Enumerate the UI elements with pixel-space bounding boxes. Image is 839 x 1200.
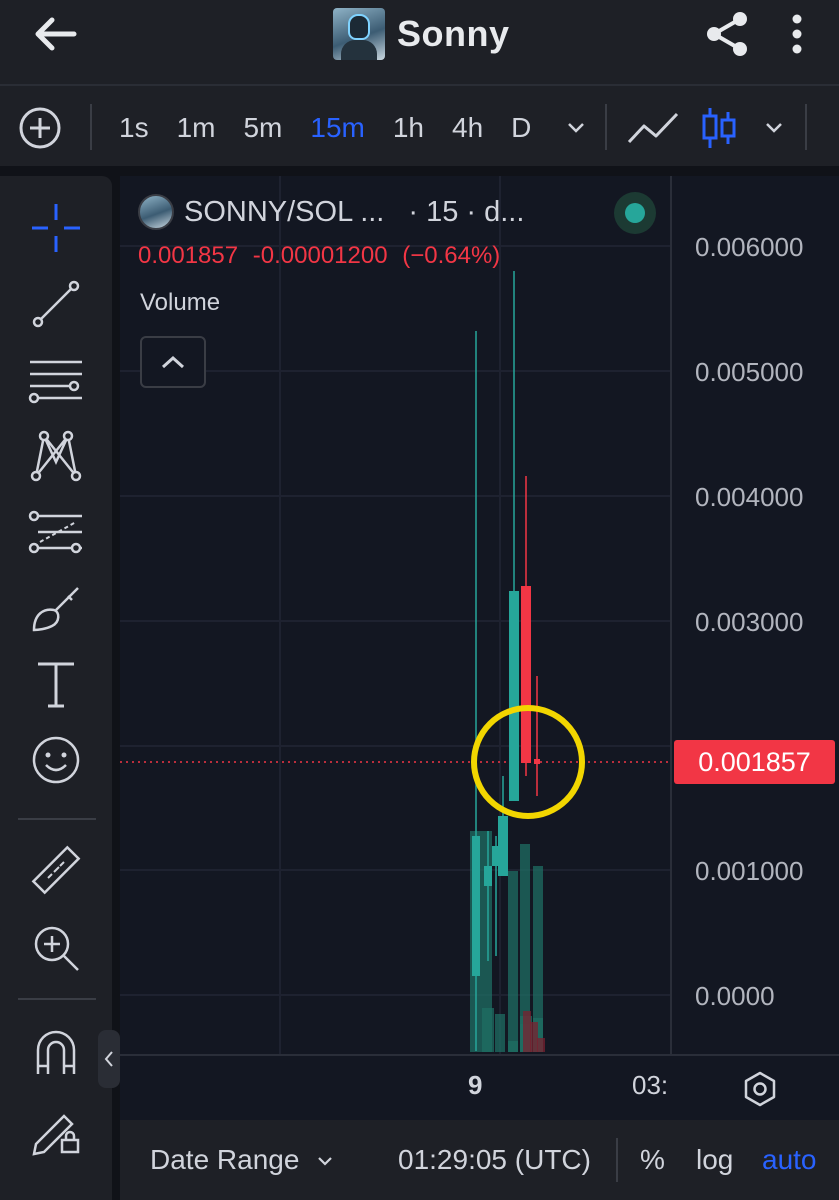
add-symbol-icon[interactable] [18, 106, 62, 150]
line-chart-icon[interactable] [626, 108, 680, 148]
candle-body [509, 591, 519, 801]
volume-bar [537, 1038, 545, 1052]
token-avatar [333, 8, 385, 60]
price-change-percent: (−0.64%) [402, 242, 501, 269]
timeframe-label: · 15 · d... [408, 195, 525, 228]
interval-d[interactable]: D [497, 106, 545, 150]
volume-bar [523, 1011, 531, 1052]
page-title: Sonny [397, 13, 510, 54]
volume-bar [495, 1014, 505, 1052]
current-price-tag: 0.001857 [674, 740, 835, 784]
candle-body [472, 836, 480, 976]
symbol-avatar [138, 194, 174, 230]
brush-icon[interactable] [26, 578, 86, 638]
price-label: 0.001000 [695, 856, 804, 886]
share-icon[interactable] [702, 10, 752, 58]
ruler-icon[interactable] [26, 840, 86, 900]
price-label: 0.005000 [695, 357, 804, 387]
volume-bar [530, 1022, 538, 1052]
price-label: 0.004000 [695, 482, 804, 512]
tools-divider [18, 818, 96, 820]
interval-1s[interactable]: 1s [105, 106, 163, 150]
chart-pane[interactable]: SONNY/SOL ... · 15 · d... 0.001857 -0.00… [120, 176, 839, 1200]
time-label: 03: [632, 1070, 669, 1100]
crosshair-icon[interactable] [26, 198, 86, 258]
collapse-indicators-button[interactable] [140, 336, 206, 388]
market-status-icon[interactable] [614, 192, 656, 234]
interval-5m[interactable]: 5m [229, 106, 296, 150]
chevron-down-icon[interactable] [316, 1154, 334, 1168]
zoom-in-icon[interactable] [26, 918, 86, 978]
price-label: 0.003000 [695, 607, 804, 637]
trend-line-icon[interactable] [26, 274, 86, 334]
time-label: 9 [468, 1070, 483, 1100]
magnet-icon[interactable] [26, 1024, 86, 1084]
bottom-bar: Date Range 01:29:05 (UTC) % log auto [120, 1120, 839, 1200]
pattern-tool-icon[interactable] [26, 426, 86, 486]
price-change: -0.00001200 [252, 242, 388, 269]
chart-settings-icon[interactable] [740, 1069, 780, 1109]
drawing-tools-panel [0, 176, 112, 1200]
app-bar: Sonny [0, 0, 839, 84]
chart-toolbar: 1s 1m 5m 15m 1h 4h D [0, 84, 839, 166]
emoji-icon[interactable] [26, 730, 86, 790]
horizontal-lines-icon[interactable] [26, 350, 86, 410]
back-arrow-icon[interactable] [30, 12, 80, 56]
bottom-divider [616, 1138, 618, 1182]
interval-1h[interactable]: 1h [379, 106, 438, 150]
token-title: Sonny [333, 8, 510, 60]
interval-1m[interactable]: 1m [163, 106, 230, 150]
chevron-down-icon[interactable] [763, 116, 785, 138]
log-scale-toggle[interactable]: log [696, 1144, 733, 1176]
toolbar-divider [805, 104, 807, 150]
candle-body [534, 759, 540, 764]
candle-body [498, 816, 508, 876]
interval-selector: 1s 1m 5m 15m 1h 4h D [105, 106, 545, 150]
lock-drawing-icon[interactable] [26, 1100, 86, 1160]
utc-time[interactable]: 01:29:05 (UTC) [398, 1144, 591, 1176]
more-options-icon[interactable] [784, 12, 810, 56]
toolbar-divider [605, 104, 607, 150]
chevron-down-icon[interactable] [565, 116, 587, 138]
last-price: 0.001857 [138, 242, 239, 269]
interval-4h[interactable]: 4h [438, 106, 497, 150]
candle-body [521, 586, 531, 763]
volume-bar [508, 871, 518, 1052]
text-tool-icon[interactable] [26, 654, 86, 714]
date-range-button[interactable]: Date Range [150, 1144, 299, 1176]
chevron-up-icon [161, 355, 185, 369]
interval-15m[interactable]: 15m [296, 106, 378, 150]
price-label: 0.0000 [695, 981, 775, 1011]
candlestick-chart-icon[interactable] [700, 104, 738, 152]
volume-bar [482, 1008, 494, 1052]
auto-scale-toggle[interactable]: auto [762, 1144, 817, 1176]
symbol-name[interactable]: SONNY/SOL ... [184, 196, 384, 229]
toolbar-divider [90, 104, 92, 150]
volume-indicator-label[interactable]: Volume [140, 289, 220, 317]
percent-scale-toggle[interactable]: % [640, 1144, 665, 1176]
price-label: 0.006000 [695, 232, 804, 262]
forecast-tool-icon[interactable] [26, 502, 86, 562]
candle-body [484, 866, 492, 886]
chart-legend: SONNY/SOL ... · 15 · d... 0.001857 -0.00… [138, 192, 678, 270]
collapse-tools-button[interactable] [98, 1030, 120, 1088]
tools-divider [18, 998, 96, 1000]
chevron-left-icon [104, 1051, 113, 1067]
